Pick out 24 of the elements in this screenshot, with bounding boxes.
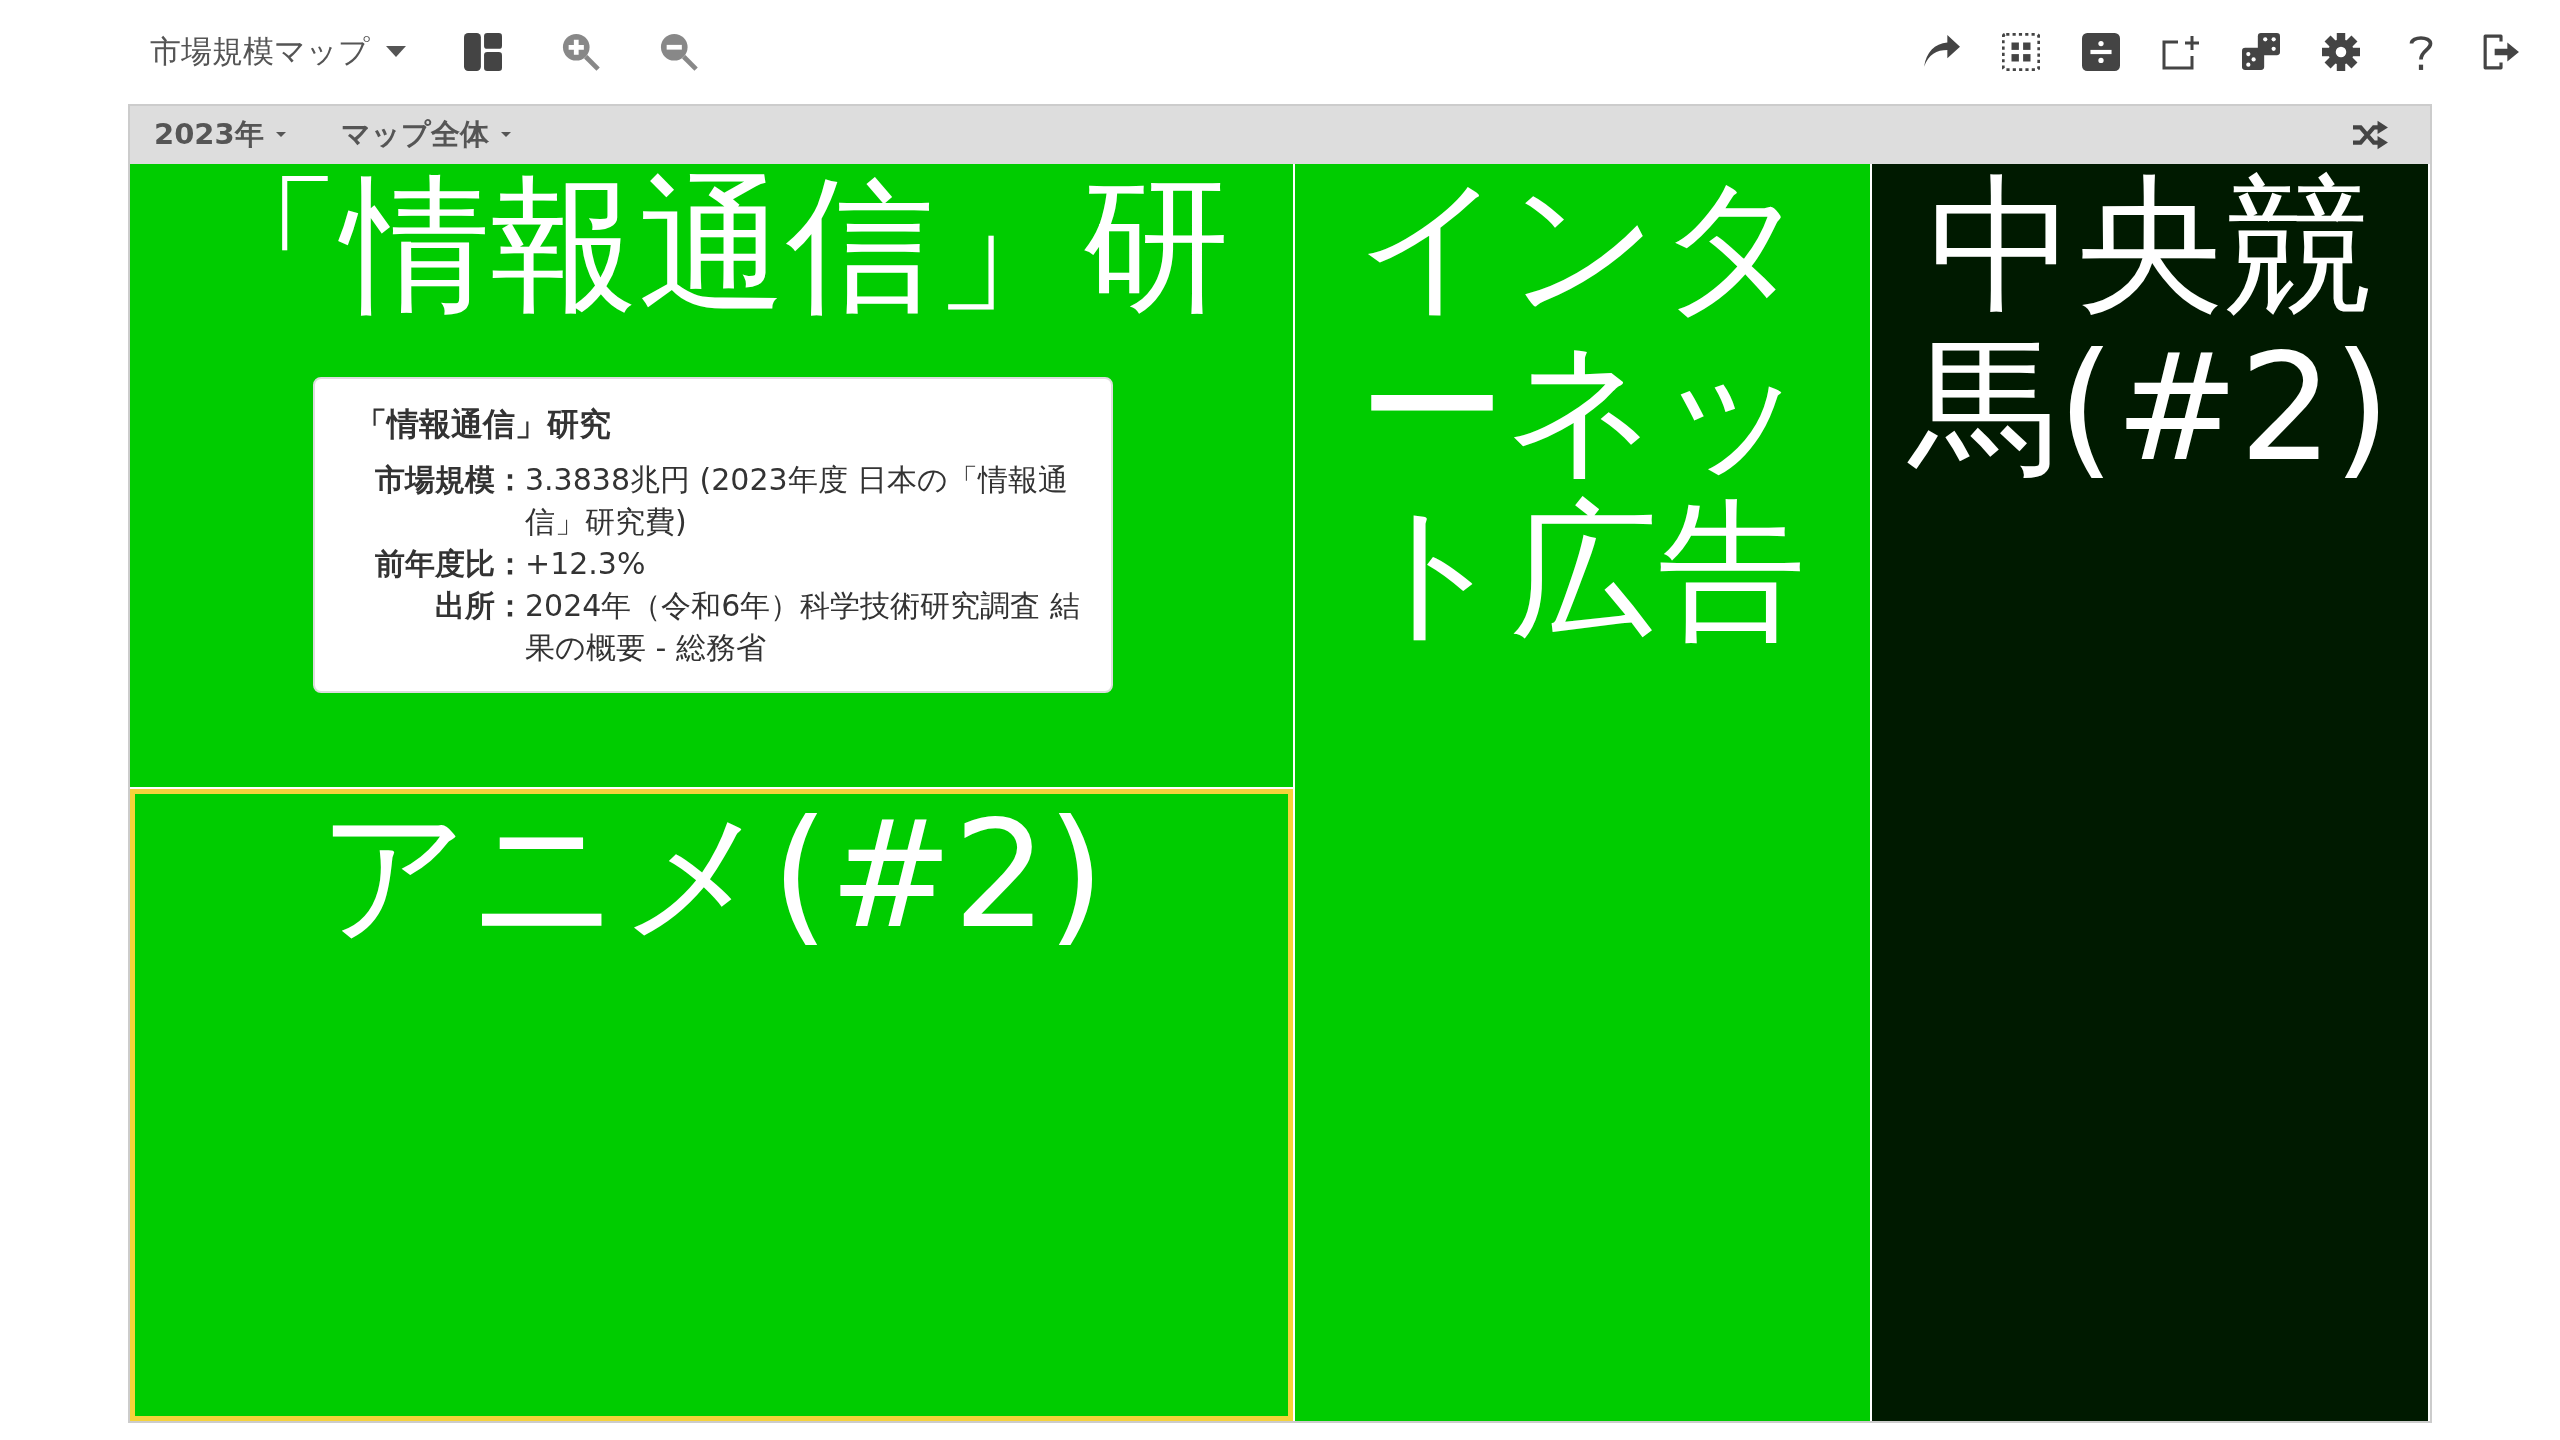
zoom-in-icon[interactable] xyxy=(562,33,600,71)
divide-icon[interactable] xyxy=(2082,33,2120,71)
year-menu[interactable]: 2023年 xyxy=(154,115,286,155)
caret-icon xyxy=(500,132,511,138)
scope-menu[interactable]: マップ全体 xyxy=(340,115,511,155)
map-menu[interactable]: 市場規模マップ xyxy=(150,31,406,73)
field-value: 3.3838兆円 (2023年度 日本の「情報通信」研究費) xyxy=(525,461,1070,541)
caret-icon xyxy=(275,132,286,138)
settings-icon[interactable] xyxy=(2322,33,2360,71)
add-window-icon[interactable] xyxy=(2162,33,2200,71)
field-label: 前年度比： xyxy=(374,545,525,583)
logout-icon[interactable] xyxy=(2482,33,2520,71)
layout-icon[interactable] xyxy=(464,33,502,71)
caret-icon xyxy=(386,46,406,58)
dice-icon[interactable] xyxy=(2242,33,2280,71)
tooltip-title: 「情報通信」研究 xyxy=(355,404,612,445)
field-label: 市場規模： xyxy=(374,461,525,499)
treemap-tile[interactable]: 中央競馬(#2) xyxy=(1872,164,2428,1421)
field-value: 2024年（令和6年）科学技術研究調査 結果の概要 - 総務省 xyxy=(525,587,1081,667)
field-label: 出所： xyxy=(434,587,525,625)
field-value: +12.3% xyxy=(525,545,647,583)
zoom-out-icon[interactable] xyxy=(660,33,698,71)
grid-icon[interactable] xyxy=(2002,33,2040,71)
shuffle-icon[interactable] xyxy=(2350,118,2390,152)
